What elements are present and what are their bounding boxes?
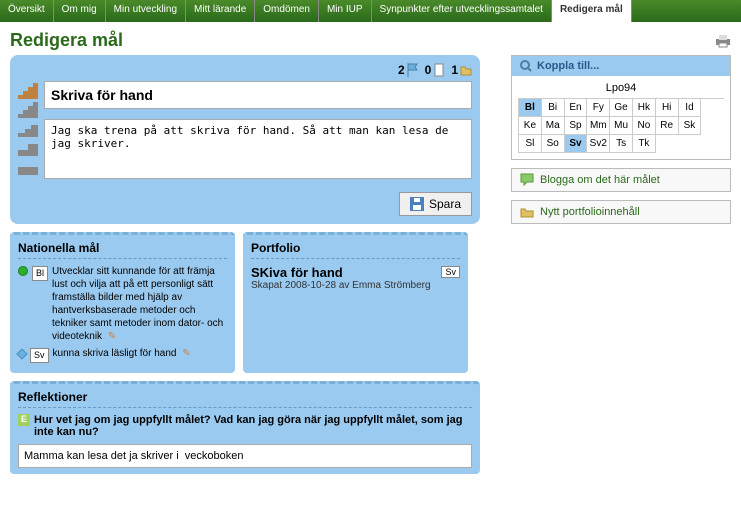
- goal-title-input[interactable]: [44, 81, 472, 109]
- tab-omdömen[interactable]: Omdömen: [255, 0, 319, 22]
- subject-cell-hi[interactable]: Hi: [656, 99, 679, 117]
- tab-översikt[interactable]: Översikt: [0, 0, 54, 22]
- link-to-panel: Koppla till... Lpo94 BlBiEnFyGeHkHiIdKeM…: [511, 55, 731, 160]
- national-goals-panel: Nationella mål Bl Utvecklar sitt kunnande…: [10, 232, 235, 373]
- doc-icon: [433, 63, 445, 77]
- subject-cell-bl[interactable]: Bl: [519, 99, 542, 117]
- stair-icon[interactable]: [18, 140, 38, 156]
- link-icon[interactable]: ✎: [182, 348, 190, 359]
- stair-icon[interactable]: [18, 83, 38, 99]
- subject-cell-tk[interactable]: Tk: [633, 135, 656, 153]
- folder-count: 1: [451, 63, 458, 77]
- folder-icon: [460, 63, 472, 77]
- goal-edit-panel: 2 0 1 Spara: [10, 55, 480, 224]
- subject-cell-hk[interactable]: Hk: [633, 99, 656, 117]
- goal-text: kunna skriva läsligt för hand ✎: [53, 347, 227, 360]
- page-title: Redigera mål: [10, 30, 123, 51]
- subject-cell-en[interactable]: En: [565, 99, 588, 117]
- portfolio-panel: Portfolio SKiva för hand Sv Skapat 2008-…: [243, 232, 468, 373]
- subject-cell-ma[interactable]: Ma: [542, 117, 565, 135]
- portfolio-item-title[interactable]: SKiva för hand: [251, 265, 343, 280]
- tab-synpunkter-efter-utvecklingssamtalet[interactable]: Synpunkter efter utvecklingssamtalet: [372, 0, 552, 22]
- national-goal-item: Sv kunna skriva läsligt för hand ✎: [18, 347, 227, 363]
- reflection-question: E Hur vet jag om jag uppfyllt målet? Vad…: [18, 414, 472, 438]
- subject-cell-ke[interactable]: Ke: [519, 117, 542, 135]
- portfolio-meta: Skapat 2008-10-28 av Emma Strömberg: [251, 280, 460, 291]
- tab-min-iup[interactable]: Min IUP: [319, 0, 372, 22]
- subject-cell-sv[interactable]: Sv: [565, 135, 588, 153]
- magnifier-icon: [520, 60, 532, 72]
- e-badge-icon: E: [18, 414, 30, 426]
- subject-cell-mu[interactable]: Mu: [610, 117, 633, 135]
- level-stairs: [18, 81, 38, 182]
- subject-cell-sl[interactable]: Sl: [519, 135, 542, 153]
- status-dot: [16, 348, 27, 359]
- subject-cell-sv2[interactable]: Sv2: [587, 135, 610, 153]
- subject-cell-id[interactable]: Id: [679, 99, 702, 117]
- subject-cell-no[interactable]: No: [633, 117, 656, 135]
- stair-icon[interactable]: [18, 159, 38, 175]
- goal-text: Utvecklar sitt kunnande för att främja l…: [52, 265, 227, 343]
- save-button[interactable]: Spara: [399, 192, 472, 216]
- subject-tag: Bl: [32, 266, 48, 281]
- save-label: Spara: [429, 197, 461, 211]
- tab-mitt-lärande[interactable]: Mitt lärande: [186, 0, 255, 22]
- subject-cell-re[interactable]: Re: [656, 117, 679, 135]
- subject-cell-ts[interactable]: Ts: [610, 135, 633, 153]
- subject-grid: BlBiEnFyGeHkHiId KeMaSpMmMuNoReSk SlSoSvSv…: [518, 98, 724, 153]
- national-title: Nationella mål: [18, 241, 227, 259]
- goal-description-input[interactable]: [44, 119, 472, 179]
- blog-about-goal-button[interactable]: Blogga om det här målet: [511, 168, 731, 192]
- new-portfolio-content-button[interactable]: Nytt portfolioinnehåll: [511, 200, 731, 224]
- subject-cell-sp[interactable]: Sp: [565, 117, 588, 135]
- curriculum-name: Lpo94: [518, 82, 724, 94]
- national-goal-item: Bl Utvecklar sitt kunnande för att främja…: [18, 265, 227, 343]
- link-icon[interactable]: ✎: [108, 331, 116, 342]
- status-dot: [18, 266, 28, 276]
- portfolio-subject-tag: Sv: [441, 266, 460, 278]
- print-icon[interactable]: [715, 34, 731, 48]
- subject-cell-fy[interactable]: Fy: [587, 99, 610, 117]
- tab-min-utveckling[interactable]: Min utveckling: [106, 0, 186, 22]
- reflections-panel: Reflektioner E Hur vet jag om jag uppfyl…: [10, 381, 480, 474]
- folder-plus-icon: [520, 205, 534, 219]
- subject-tag: Sv: [30, 348, 49, 363]
- national-goals-list: Bl Utvecklar sitt kunnande för att främja…: [18, 265, 227, 363]
- tab-om-mig[interactable]: Om mig: [54, 0, 106, 22]
- stair-icon[interactable]: [18, 121, 38, 137]
- reflections-title: Reflektioner: [18, 390, 472, 408]
- flag-icon: [407, 63, 419, 77]
- link-to-header: Koppla till...: [512, 56, 730, 76]
- counter-bar: 2 0 1: [18, 63, 472, 77]
- comment-icon: [520, 173, 534, 187]
- flag-count: 2: [398, 63, 405, 77]
- portfolio-title: Portfolio: [251, 241, 460, 259]
- save-icon: [410, 197, 424, 211]
- reflection-answer-input[interactable]: [18, 444, 472, 468]
- subject-cell-sk[interactable]: Sk: [679, 117, 702, 135]
- tab-bar: ÖversiktOm migMin utvecklingMitt lärande…: [0, 0, 741, 22]
- subject-cell-mm[interactable]: Mm: [587, 117, 610, 135]
- tab-redigera-mål[interactable]: Redigera mål: [552, 0, 632, 22]
- stair-icon[interactable]: [18, 102, 38, 118]
- subject-cell-ge[interactable]: Ge: [610, 99, 633, 117]
- subject-cell-so[interactable]: So: [542, 135, 565, 153]
- doc-count: 0: [425, 63, 432, 77]
- subject-cell-bi[interactable]: Bi: [542, 99, 565, 117]
